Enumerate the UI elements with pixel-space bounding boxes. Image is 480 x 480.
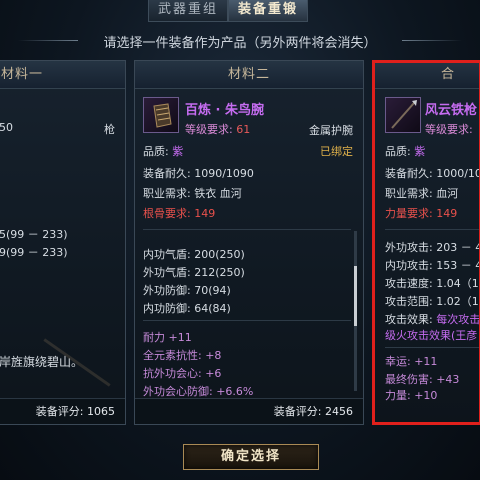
bonus-value: +11	[168, 331, 192, 344]
stat-label: 外功气盾:	[143, 266, 191, 279]
bonus-value: +6	[205, 367, 222, 380]
score-label: 装备评分:	[35, 405, 84, 418]
stat-row: 5(99 － 233)	[0, 228, 68, 241]
class-label: 职业需求:	[143, 187, 191, 200]
material-card-2[interactable]: 材料二 百炼 · 朱鸟腕 等级要求: 61 金属护腕 品质: 紫 已绑定 装备耐…	[134, 60, 364, 425]
tab-equipment-reforge[interactable]: 装备重锻	[228, 0, 308, 22]
tab-weapon-recombine[interactable]: 武器重组	[148, 0, 228, 22]
scrollbar-track[interactable]	[354, 231, 357, 391]
instruction-text: 请选择一件装备作为产品（另外两件将会消失）	[103, 36, 377, 51]
bracer-icon	[143, 97, 179, 133]
score-label: 装备评分:	[273, 405, 322, 418]
card-header: 材料二	[135, 61, 363, 89]
divider	[143, 320, 351, 321]
scrollbar-thumb[interactable]	[354, 266, 357, 326]
bonus-value: +8	[205, 349, 222, 362]
tab-bar: 武器重组 装备重锻	[148, 0, 308, 22]
bonus-label: 耐力	[143, 331, 165, 344]
stat-value: 200(250)	[194, 248, 245, 261]
equipment-score: 2456	[325, 405, 353, 418]
class-value: 铁衣 血河	[194, 187, 242, 200]
level-req-value: 61	[236, 123, 251, 136]
stat-label: 外功防御:	[143, 284, 191, 297]
selection-highlight	[372, 60, 480, 425]
stat-value: 64(84)	[194, 302, 231, 315]
stat-value: 212(250)	[194, 266, 245, 279]
bonus-label: 全元素抗性:	[143, 349, 202, 362]
divider	[143, 229, 351, 230]
quality-label: 品质:	[143, 145, 169, 158]
material-card-1[interactable]: 材料一 50 枪 5(99 － 233) 9(99 － 233) 岸旌旗绕碧山。…	[0, 60, 126, 425]
instruction-divider-right	[402, 40, 462, 41]
item-name: 百炼 · 朱鸟腕	[185, 103, 264, 118]
level-req-label: 等级要求:	[185, 123, 233, 136]
stat-label: 内功气盾:	[143, 248, 191, 261]
bonus-label: 外功会心防御:	[143, 385, 213, 398]
stat-value: 70(94)	[194, 284, 231, 297]
bonus-value: +6.6%	[216, 385, 254, 398]
root-req-label: 根骨要求:	[143, 207, 191, 220]
level-value-partial: 50	[0, 121, 13, 134]
card-footer: 装备评分: 2456	[135, 398, 363, 424]
stat-label: 内功防御:	[143, 302, 191, 315]
item-slot: 金属护腕	[309, 124, 353, 137]
durability-label: 装备耐久:	[143, 167, 191, 180]
root-req-value: 149	[194, 207, 216, 220]
bonus-label: 抗外功会心:	[143, 367, 202, 380]
bound-status: 已绑定	[320, 145, 353, 158]
card-header: 材料一	[0, 61, 125, 89]
quality-value: 紫	[172, 145, 184, 158]
weapon-type: 枪	[104, 123, 115, 136]
durability-value: 1090/1090	[194, 167, 254, 180]
stat-row: 9(99 － 233)	[0, 246, 68, 259]
equipment-score: 1065	[87, 405, 115, 418]
card-footer: 装备评分: 1065	[0, 398, 125, 424]
confirm-button[interactable]: 确定选择	[183, 444, 319, 470]
